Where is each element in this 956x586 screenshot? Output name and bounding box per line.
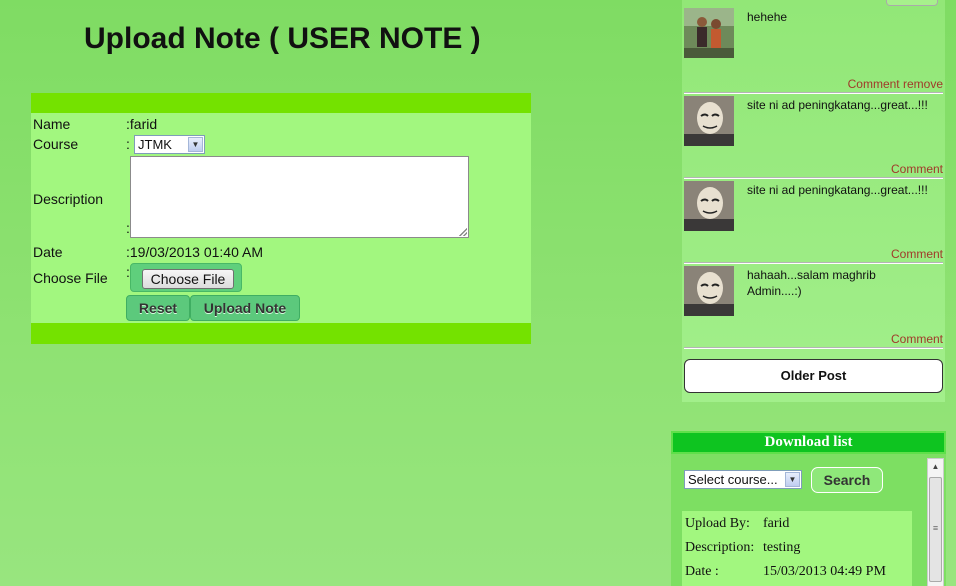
entry-date-label: Date : xyxy=(685,564,719,579)
name-label: Name xyxy=(33,116,71,132)
date-value: :19/03/2013 01:40 AM xyxy=(126,244,263,260)
upload-note-button[interactable]: Upload Note xyxy=(190,295,300,321)
entry-description-label: Description: xyxy=(685,540,755,555)
group-photo-avatar[interactable] xyxy=(684,8,734,58)
course-label: Course xyxy=(33,136,79,152)
upload-by-label: Upload By: xyxy=(685,516,750,531)
older-post-button[interactable]: Older Post xyxy=(684,359,943,393)
comment-text: hehehe xyxy=(747,10,788,24)
file-input-wrapper: Choose File xyxy=(130,263,242,292)
upload-note-form: Name :farid Course : JTMK ▼ Description … xyxy=(31,93,531,344)
resize-grip-icon[interactable] xyxy=(459,228,467,236)
download-list-panel: Download list Select course... ▼ Search … xyxy=(671,431,946,586)
scroll-up-arrow-icon[interactable]: ▲ xyxy=(928,459,943,475)
comment-text: site ni ad peningkatang...great...!!! xyxy=(747,183,928,197)
description-label: Description xyxy=(33,191,104,207)
comment-text: site ni ad peningkatang...great...!!! xyxy=(747,98,928,112)
comment-link[interactable]: Comment xyxy=(891,162,943,176)
dropdown-arrow-icon: ▼ xyxy=(785,472,800,487)
page-title: Upload Note ( USER NOTE ) xyxy=(84,22,481,55)
divider xyxy=(684,92,943,94)
comment-link[interactable]: Comment xyxy=(891,247,943,261)
file-label: Choose File xyxy=(33,270,108,286)
comment-remove-link[interactable]: Comment remove xyxy=(848,77,943,91)
course-colon: : xyxy=(126,136,130,152)
download-entry[interactable]: Upload By: farid Description: testing Da… xyxy=(682,511,912,586)
dropdown-arrow-icon: ▼ xyxy=(188,137,203,152)
download-list-scrollbar[interactable]: ▲ ≡ xyxy=(927,458,944,586)
course-filter-select[interactable]: Select course... ▼ xyxy=(684,470,802,489)
upload-by-value: farid xyxy=(763,516,790,531)
divider xyxy=(684,262,943,264)
download-list-header: Download list xyxy=(671,431,946,454)
comment-text: hahaah...salam maghrib Admin....:) xyxy=(747,268,876,298)
search-button[interactable]: Search xyxy=(811,467,883,493)
course-select[interactable]: JTMK ▼ xyxy=(134,135,205,154)
mask-avatar[interactable] xyxy=(684,266,734,316)
mask-avatar[interactable] xyxy=(684,181,734,231)
reset-button[interactable]: Reset xyxy=(126,295,190,321)
course-selected-value: JTMK xyxy=(138,137,172,152)
date-label: Date xyxy=(33,244,63,260)
course-filter-value: Select course... xyxy=(688,472,778,487)
name-value: :farid xyxy=(126,116,158,132)
top-button-stub[interactable] xyxy=(886,0,938,6)
choose-file-button[interactable]: Choose File xyxy=(142,269,234,289)
comment-link[interactable]: Comment xyxy=(891,332,943,346)
description-textarea[interactable] xyxy=(130,156,469,238)
mask-avatar[interactable] xyxy=(684,96,734,146)
entry-date-value: 15/03/2013 04:49 PM xyxy=(763,564,886,579)
scroll-thumb[interactable]: ≡ xyxy=(929,477,942,582)
form-top-bar xyxy=(31,93,531,113)
divider xyxy=(684,347,943,349)
divider xyxy=(684,177,943,179)
entry-description-value: testing xyxy=(763,540,801,555)
form-bottom-bar xyxy=(31,323,531,344)
